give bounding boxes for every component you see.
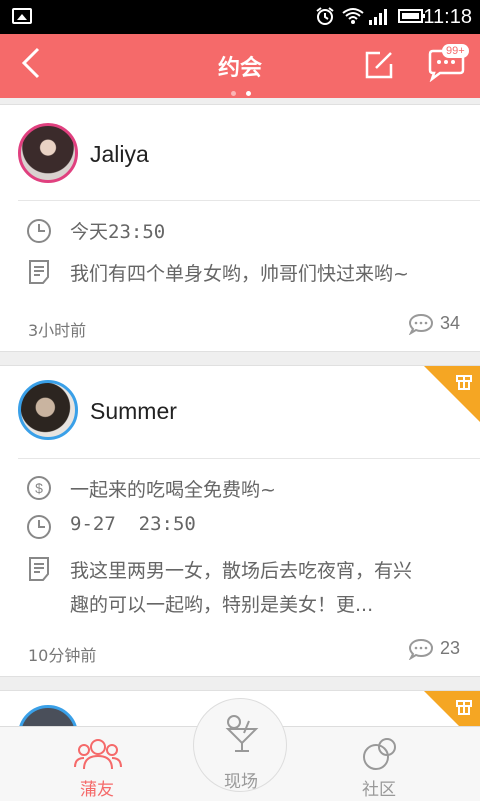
username[interactable]: Summer xyxy=(90,398,177,425)
reward-icon xyxy=(456,700,472,715)
post-description-line2: 趣的可以一起哟，特别是美女！更... xyxy=(70,594,374,616)
clock-icon xyxy=(27,219,51,243)
signal-icon xyxy=(369,9,387,25)
post-card[interactable]: Summer $ 一起来的吃喝全免费哟~ 9-27 23:50 我这里两男一女，… xyxy=(0,365,480,677)
avatar[interactable] xyxy=(18,380,78,440)
tab-community[interactable]: 社区 xyxy=(362,775,396,800)
comment-count: 34 xyxy=(440,313,461,333)
friends-icon[interactable] xyxy=(74,737,122,771)
note-icon xyxy=(29,557,49,581)
message-count-badge: 99+ xyxy=(442,44,469,58)
username[interactable]: Jaliya xyxy=(90,141,149,168)
wifi-icon xyxy=(342,8,364,24)
page-indicator xyxy=(226,81,256,96)
status-bar: 11:18 xyxy=(0,0,480,34)
avatar[interactable] xyxy=(18,123,78,183)
post-time: 10分钟前 xyxy=(28,646,97,665)
cocktail-icon xyxy=(225,715,259,752)
post-description: 我们有四个单身女哟，帅哥们快过来哟~ xyxy=(70,263,409,285)
page-dot-active xyxy=(246,91,251,96)
top-app-bar: 约会 99+ xyxy=(0,34,480,98)
page-title: 约会 xyxy=(217,56,262,81)
status-time: 11:18 xyxy=(423,6,472,28)
divider xyxy=(18,458,480,459)
battery-icon xyxy=(398,9,425,23)
svg-text:$: $ xyxy=(35,480,43,496)
page-dot xyxy=(231,91,236,96)
clock-icon xyxy=(27,515,51,539)
edit-icon[interactable] xyxy=(364,50,394,80)
community-icon[interactable] xyxy=(360,735,400,775)
post-description-line1: 我这里两男一女，散场后去吃夜宵，有兴 xyxy=(70,560,413,582)
alarm-icon xyxy=(316,7,334,25)
comment-icon[interactable] xyxy=(408,638,434,660)
comment-count: 23 xyxy=(440,638,461,658)
tab-friends[interactable]: 蒲友 xyxy=(80,775,114,800)
event-time: 9-27 23:50 xyxy=(70,513,196,535)
reward-icon xyxy=(456,375,472,390)
cost-info: 一起来的吃喝全免费哟~ xyxy=(70,479,276,501)
gallery-notification-icon xyxy=(12,8,32,24)
comment-icon[interactable] xyxy=(408,313,434,335)
post-time: 3小时前 xyxy=(28,321,87,340)
note-icon xyxy=(29,260,49,284)
post-card[interactable]: Jaliya 今天23:50 我们有四个单身女哟，帅哥们快过来哟~ 3小时前 3… xyxy=(0,104,480,352)
divider xyxy=(18,200,480,201)
tab-live[interactable]: 现场 xyxy=(224,767,258,792)
live-tab-button[interactable]: 现场 xyxy=(193,698,287,792)
dollar-icon: $ xyxy=(27,476,51,500)
event-time: 今天23:50 xyxy=(70,221,166,243)
